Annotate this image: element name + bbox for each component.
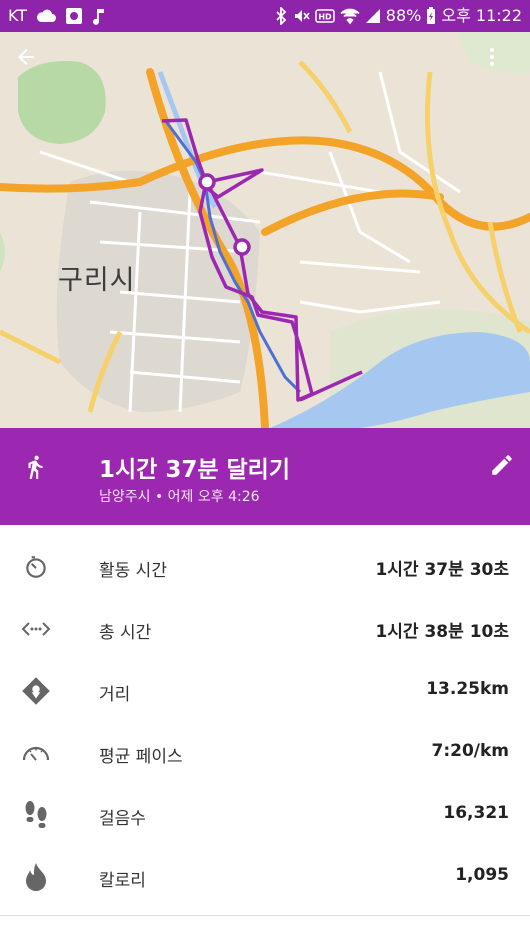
route-map[interactable]: 구리시 <box>0 32 530 428</box>
stat-row-distance: 거리 13.25km <box>0 660 530 722</box>
gallery-icon <box>66 8 83 24</box>
stat-value: 13.25km <box>426 679 509 699</box>
bluetooth-icon <box>276 7 287 25</box>
activity-title: 1시간 37분 달리기 <box>99 457 290 483</box>
map-city-label: 구리시 <box>58 265 136 296</box>
stat-row-active-time: 활동 시간 1시간 37분 30초 <box>0 536 530 598</box>
back-button[interactable] <box>14 45 58 89</box>
running-icon <box>28 455 43 479</box>
mute-icon <box>294 10 310 22</box>
stat-row-total-time: 총 시간 1시간 38분 10초 <box>0 598 530 660</box>
footsteps-icon <box>20 799 52 831</box>
flame-icon <box>20 861 52 893</box>
more-options-button[interactable] <box>480 45 524 89</box>
wifi-icon <box>340 8 360 25</box>
signal-icon <box>365 9 380 23</box>
stat-label: 평균 페이스 <box>99 747 183 767</box>
stat-row-pace: 평균 페이스 7:20/km <box>0 722 530 784</box>
stat-label: 활동 시간 <box>99 561 167 581</box>
activity-header: 1시간 37분 달리기 남양주시 • 어제 오후 4:26 <box>0 428 530 525</box>
more-vert-icon <box>490 48 494 66</box>
pace-icon <box>20 737 52 769</box>
hd-icon: HD <box>315 9 335 23</box>
distance-icon <box>20 675 52 707</box>
stat-value: 1,095 <box>455 865 509 885</box>
cloud-icon <box>36 9 57 22</box>
map-canvas <box>0 32 530 428</box>
stat-value: 1시간 37분 30초 <box>375 560 509 580</box>
activity-subtitle: 남양주시 • 어제 오후 4:26 <box>99 489 260 505</box>
stat-label: 거리 <box>99 685 131 705</box>
stat-label: 총 시간 <box>99 623 152 643</box>
stat-value: 1시간 38분 10초 <box>375 622 509 642</box>
start-marker <box>198 173 216 191</box>
edit-button[interactable] <box>484 447 520 483</box>
stat-value: 16,321 <box>443 803 509 823</box>
total-time-icon <box>20 613 52 645</box>
battery-percent: 88% <box>385 6 422 25</box>
stat-row-calories: 칼로리 1,095 <box>0 846 530 908</box>
timer-icon <box>20 551 52 583</box>
stat-row-steps: 걸음수 16,321 <box>0 784 530 846</box>
stats-list: 활동 시간 1시간 37분 30초 총 시간 1시간 38분 10초 거리 13… <box>0 525 530 908</box>
arrow-back-icon <box>18 49 34 65</box>
clock: 오후 11:22 <box>441 6 522 25</box>
status-bar: KT HD 88% 오후 11:22 <box>0 0 530 32</box>
carrier-label: KT <box>8 6 28 25</box>
stat-label: 걸음수 <box>99 809 146 829</box>
end-marker <box>233 238 251 256</box>
pencil-icon <box>492 455 512 475</box>
stat-value: 7:20/km <box>431 741 509 761</box>
stat-label: 칼로리 <box>99 871 146 891</box>
music-note-icon <box>93 9 105 25</box>
svg-text:HD: HD <box>318 13 332 22</box>
battery-icon <box>427 7 436 24</box>
divider <box>0 915 530 916</box>
